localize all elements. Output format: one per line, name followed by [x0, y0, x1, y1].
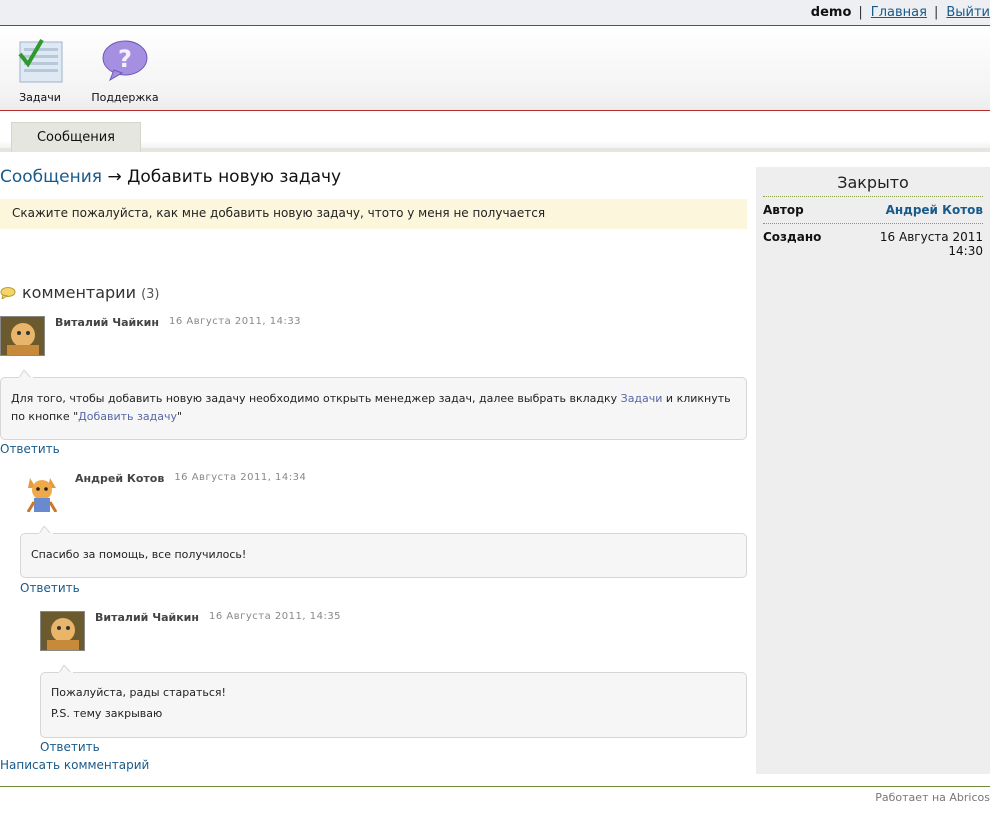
comment-body: Пожалуйста, рады стараться! P.S. тему за… [40, 665, 747, 738]
tab-bar: Сообщения [0, 112, 990, 152]
avatar [0, 316, 45, 356]
comment-tail [59, 665, 73, 673]
tasks-icon [18, 38, 63, 83]
comment-body: Для того, чтобы добавить новую задачу не… [0, 370, 747, 440]
comment-author: Виталий Чайкин [55, 316, 159, 329]
comment-header: Виталий Чайкин 16 Августа 2011, 14:35 [40, 611, 341, 651]
app-support[interactable]: ? Поддержка [90, 38, 160, 104]
support-icon: ? [102, 40, 148, 82]
tab-messages[interactable]: Сообщения [11, 122, 141, 152]
author-value[interactable]: Андрей Котов [886, 203, 983, 217]
comments-count: (3) [141, 287, 160, 302]
breadcrumb-arrow: → [107, 167, 122, 187]
app-tasks[interactable]: Задачи [5, 38, 75, 104]
created-key: Создано [763, 230, 822, 244]
comment-header: Андрей Котов 16 Августа 2011, 14:34 [20, 472, 306, 512]
comment-header: Виталий Чайкин 16 Августа 2011, 14:33 [0, 316, 301, 356]
author-row: Автор Андрей Котов [763, 197, 983, 224]
comments-header: комментарии (3) [0, 283, 160, 302]
top-bar: demo | Главная | Выйти [0, 0, 990, 26]
avatar-image [20, 472, 65, 512]
add-task-link[interactable]: Добавить задачу [78, 410, 177, 423]
svg-text:?: ? [118, 45, 132, 73]
avatar-image [41, 612, 84, 650]
comment-date: 16 Августа 2011, 14:35 [208, 611, 342, 622]
footer-divider [0, 786, 990, 787]
write-comment-link[interactable]: Написать комментарий [0, 758, 149, 772]
tasks-link[interactable]: Задачи [621, 392, 663, 405]
message-body: Скажите пожалуйста, как мне добавить нов… [0, 199, 747, 229]
app-support-label: Поддержка [91, 91, 159, 104]
page-title: Сообщения → Добавить новую задачу [0, 167, 341, 187]
comment-author: Виталий Чайкин [95, 611, 199, 624]
reply-link[interactable]: Ответить [40, 740, 100, 754]
created-time: 14:30 [948, 244, 983, 258]
comment-body: Спасибо за помощь, все получилось! [20, 526, 747, 578]
comment-date: 16 Августа 2011, 14:34 [174, 472, 307, 483]
comment-tail [39, 526, 53, 534]
logout-link[interactable]: Выйти [946, 5, 990, 20]
username: demo [810, 5, 852, 20]
comment-tail [19, 370, 33, 378]
created-value: 16 Августа 2011 14:30 [880, 230, 983, 258]
comment-date: 16 Августа 2011, 14:33 [168, 316, 302, 327]
created-date: 16 Августа 2011 [879, 230, 983, 244]
avatar [20, 472, 65, 512]
status-label: Закрыто [763, 173, 983, 197]
reply-link[interactable]: Ответить [0, 442, 60, 456]
app-tasks-label: Задачи [19, 91, 61, 104]
author-key: Автор [763, 203, 804, 217]
home-link[interactable]: Главная [871, 5, 927, 20]
apps-bar: Задачи ? Поддержка [0, 27, 990, 111]
footer-text: Работает на Abricos [875, 791, 990, 804]
comment-bubble-icon [0, 287, 16, 299]
avatar [40, 611, 85, 651]
breadcrumb-messages-link[interactable]: Сообщения [0, 167, 102, 187]
comments-label: комментарии [22, 283, 136, 302]
avatar-image [1, 317, 44, 355]
created-row: Создано 16 Августа 2011 14:30 [763, 224, 983, 264]
breadcrumb-current: Добавить новую задачу [127, 167, 342, 187]
info-sidebar: Закрыто Автор Андрей Котов Создано 16 Ав… [756, 167, 990, 774]
reply-link[interactable]: Ответить [20, 581, 80, 595]
comment-author: Андрей Котов [75, 472, 165, 485]
